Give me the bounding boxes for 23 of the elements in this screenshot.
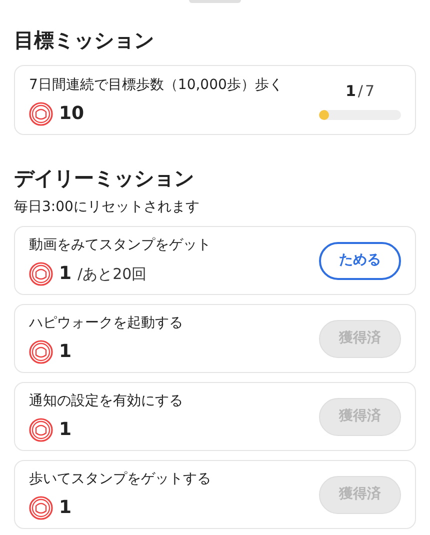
stamp-icon — [29, 418, 53, 442]
mission-title: 7日間連続で目標歩数（10,000歩）歩く — [29, 76, 283, 94]
mission-title: 通知の設定を有効にする — [29, 392, 183, 411]
remaining-count: /あと20回 — [78, 266, 147, 282]
stamp-icon — [29, 496, 53, 520]
section-subtitle: 毎日3:00にリセットされます — [14, 198, 200, 217]
reward-count: 1 — [59, 499, 72, 517]
stamp-icon — [29, 102, 53, 126]
reward-count: 1 — [59, 343, 72, 361]
progress-count: 1 — [345, 80, 356, 102]
reward-count: 1 — [59, 421, 72, 439]
mission-title: 歩いてスタンプをゲットする — [29, 470, 211, 489]
progress-total: 7 — [364, 80, 375, 102]
mission-title: 動画をみてスタンプをゲット — [29, 236, 211, 255]
progress-separator: / — [358, 80, 363, 102]
stamp-icon — [29, 262, 53, 286]
section-title: デイリーミッション — [14, 165, 195, 192]
mission-title: ハピウォークを起動する — [29, 314, 183, 333]
stamp-icon — [29, 340, 53, 364]
reward-count: 10 — [59, 104, 84, 122]
collect-button[interactable]: ためる — [319, 242, 401, 280]
section-title: 目標ミッション — [14, 27, 155, 54]
reward-count: 1 — [59, 265, 72, 283]
